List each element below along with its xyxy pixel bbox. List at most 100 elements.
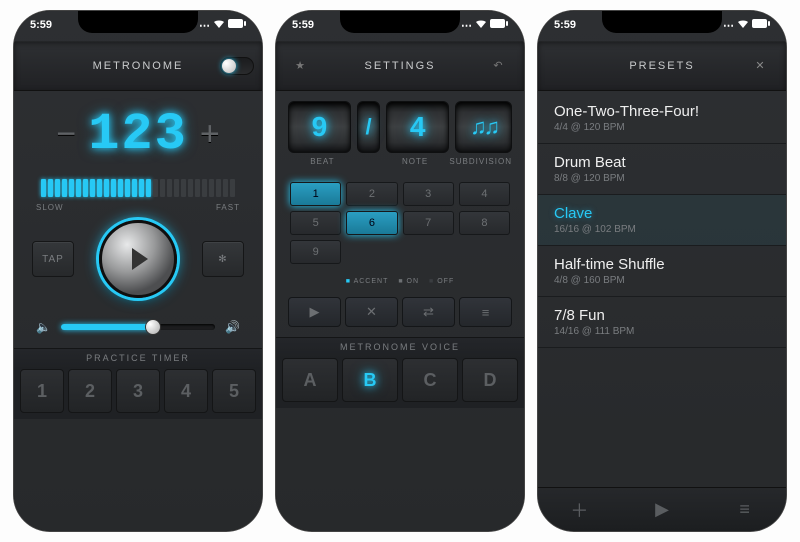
tempo-segment — [146, 179, 151, 197]
play-button[interactable] — [99, 220, 177, 298]
close-button[interactable]: ✕ — [744, 52, 778, 80]
volume-slider[interactable] — [61, 324, 215, 330]
beat-cell[interactable]: 3 — [403, 182, 454, 206]
tempo-segment — [83, 179, 88, 197]
voice-option[interactable]: B — [342, 358, 398, 402]
favorite-button[interactable]: ★ — [284, 52, 318, 80]
preset-item[interactable]: Clave 16/16 @ 102 BPM — [538, 195, 786, 246]
header-bar: PRESETS ✕ — [538, 41, 786, 91]
tap-button[interactable]: TAP — [32, 241, 74, 277]
bpm-display[interactable]: 123 — [88, 105, 188, 164]
legend-off: OFF — [429, 278, 454, 285]
preset-slot[interactable]: 5 — [212, 369, 256, 413]
beat-cell[interactable]: 4 — [459, 182, 510, 206]
voice-option[interactable]: A — [282, 358, 338, 402]
control-row: TAP ✻ — [14, 206, 262, 312]
preset-slot[interactable]: 3 — [116, 369, 160, 413]
shuffle-button[interactable]: ⇄ — [402, 297, 455, 327]
back-button[interactable]: ↶ — [482, 52, 516, 80]
screen: PRESETS ✕ One-Two-Three-Four!4/4 @ 120 B… — [538, 11, 786, 531]
preset-title: Half-time Shuffle — [554, 256, 770, 273]
preset-row: 12345 — [14, 369, 262, 419]
tempo-segment — [111, 179, 116, 197]
beat-legend: ACCENT ON OFF — [276, 270, 524, 293]
voice-option[interactable]: D — [462, 358, 518, 402]
tempo-segment — [97, 179, 102, 197]
tempo-segment — [174, 179, 179, 197]
time-sig-separator: / — [357, 101, 380, 153]
preset-slot[interactable]: 2 — [68, 369, 112, 413]
beat-grid: 1234 5678 9 — [276, 176, 524, 270]
voice-row: ABCD — [276, 358, 524, 408]
list-button[interactable]: ≡ — [459, 297, 512, 327]
preset-item[interactable]: Half-time Shuffle4/8 @ 160 BPM — [538, 246, 786, 297]
tempo-segment — [167, 179, 172, 197]
status-signal-icon: ⋯ — [723, 19, 734, 32]
control-row: ▶ ✕ ⇄ ≡ — [276, 293, 524, 337]
header-title: METRONOME — [93, 60, 184, 72]
volume-high-icon: 🔊 — [225, 320, 240, 334]
preset-title: Drum Beat — [554, 154, 770, 171]
tempo-segment — [153, 179, 158, 197]
beat-cell[interactable]: 5 — [290, 211, 341, 235]
subdivision-label: SUBDIVISION — [449, 157, 512, 166]
star-icon: ★ — [295, 59, 307, 72]
status-time: 5:59 — [292, 19, 314, 31]
beat-cell[interactable]: 6 — [346, 211, 397, 235]
bpm-increase-button[interactable]: + — [200, 115, 220, 154]
preset-slot[interactable]: 4 — [164, 369, 208, 413]
tempo-segment — [223, 179, 228, 197]
tempo-segment — [209, 179, 214, 197]
tempo-segment — [160, 179, 165, 197]
undo-icon: ↶ — [493, 59, 504, 72]
preset-subtitle: 14/16 @ 111 BPM — [554, 326, 770, 337]
bpm-decrease-button[interactable]: − — [56, 115, 76, 154]
notch — [340, 11, 460, 33]
play-preset-button[interactable]: ▶ — [621, 488, 704, 531]
tempo-segment — [76, 179, 81, 197]
volume-row: 🔈 🔊 — [14, 312, 262, 348]
notch — [602, 11, 722, 33]
header-bar: ★ SETTINGS ↶ — [276, 41, 524, 91]
view-toggle[interactable] — [220, 52, 254, 80]
beat-cell[interactable]: 8 — [459, 211, 510, 235]
play-icon: ▶ — [655, 499, 669, 520]
gear-icon: ✻ — [218, 254, 227, 265]
tempo-segment — [55, 179, 60, 197]
voice-option[interactable]: C — [402, 358, 458, 402]
note-wheel[interactable]: 4 — [386, 101, 449, 153]
preset-item[interactable]: 7/8 Fun 14/16 @ 111 BPM — [538, 297, 786, 348]
notch — [78, 11, 198, 33]
reorder-button[interactable]: ≡ — [703, 488, 786, 531]
legend-accent: ACCENT — [346, 278, 389, 285]
beat-wheel[interactable]: 9 — [288, 101, 351, 153]
beat-label: BEAT — [288, 157, 357, 166]
plus-icon: ＋ — [570, 497, 588, 523]
settings-button[interactable]: ✻ — [202, 241, 244, 277]
preset-item[interactable]: One-Two-Three-Four!4/4 @ 120 BPM — [538, 93, 786, 144]
clear-button[interactable]: ✕ — [345, 297, 398, 327]
subdivision-wheel[interactable]: ♫♫ — [455, 101, 512, 153]
beat-cell[interactable]: 1 — [290, 182, 341, 206]
phone-presets: 5:59 ⋯ PRESETS ✕ One-Two-Three-Four!4/4 … — [538, 11, 786, 531]
beat-cell[interactable]: 2 — [346, 182, 397, 206]
bpm-row: − 123 + — [14, 91, 262, 170]
preset-title: Clave — [554, 205, 770, 222]
preset-title: 7/8 Fun — [554, 307, 770, 324]
preset-list[interactable]: One-Two-Three-Four!4/4 @ 120 BPMDrum Bea… — [538, 91, 786, 487]
close-icon: ✕ — [755, 59, 766, 72]
tempo-meter[interactable]: SLOW FAST — [14, 170, 262, 206]
status-battery-icon — [228, 19, 246, 31]
play-icon: ▶ — [310, 304, 320, 320]
preset-item[interactable]: Drum Beat8/8 @ 120 BPM — [538, 144, 786, 195]
preset-slot[interactable]: 1 — [20, 369, 64, 413]
preset-subtitle: 16/16 @ 102 BPM — [554, 224, 770, 235]
play-button[interactable]: ▶ — [288, 297, 341, 327]
add-preset-button[interactable]: ＋ — [538, 488, 621, 531]
shuffle-icon: ⇄ — [423, 304, 434, 320]
beat-cell[interactable]: 9 — [290, 240, 341, 264]
tempo-segment — [62, 179, 67, 197]
status-wifi-icon — [737, 19, 749, 32]
beat-cell[interactable]: 7 — [403, 211, 454, 235]
tempo-segment — [48, 179, 53, 197]
